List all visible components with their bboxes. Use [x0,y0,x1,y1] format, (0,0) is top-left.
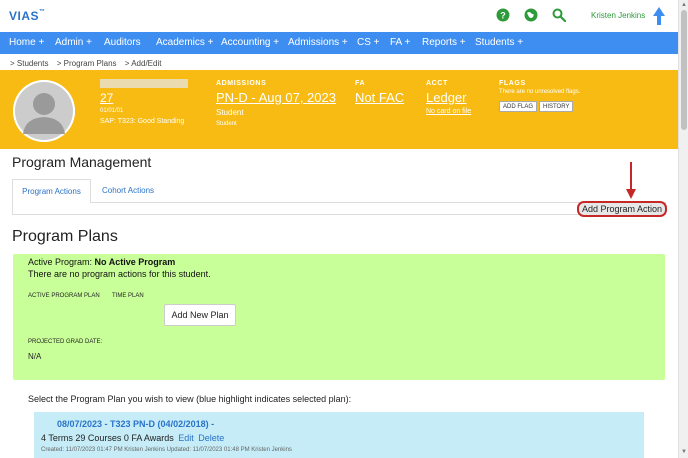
active-program: Active Program: No Active Program [28,257,175,267]
student-dob: 01/01/01 [100,108,124,114]
plan-card-meta: Created: 11/07/2023 01:47 PM Kristen Jen… [41,447,292,453]
scroll-thumb[interactable] [681,10,687,130]
app-logo[interactable]: VIAS™ [9,9,46,23]
nav-reports[interactable]: Reports + [422,37,466,48]
plan-card-title[interactable]: 08/07/2023 - T323 PN-D (04/02/2018) - [57,419,214,429]
add-new-plan-button[interactable]: Add New Plan [164,304,236,326]
scroll-up-icon[interactable]: ▲ [681,2,687,8]
globe-icon[interactable] [524,8,538,22]
page-title: Program Management [12,154,152,170]
nav-admin[interactable]: Admin + [55,37,92,48]
logo-text: VIAS [9,9,40,23]
fa-label: FA [355,80,366,87]
active-program-plan-label: ACTIVE PROGRAM PLAN [28,293,100,299]
nav-academics[interactable]: Academics + [156,37,214,48]
breadcrumb-program-plans[interactable]: > Program Plans [57,59,117,68]
username[interactable]: Kristen Jenkins [591,11,645,20]
annotation-arrow-icon [626,162,636,199]
flags-label: FLAGS [499,80,526,87]
ledger-link[interactable]: Ledger [426,90,466,105]
main-nav: Home + Admin + Auditors Academics + Acco… [0,32,678,54]
tab-panel [12,202,666,215]
tab-cohort-actions[interactable]: Cohort Actions [102,179,154,203]
card-on-file-link[interactable]: No card on file [426,108,471,115]
active-program-label: Active Program: [28,257,95,267]
help-icon[interactable]: ? [496,8,510,22]
nav-admissions[interactable]: Admissions + [288,37,348,48]
time-plan-label: TIME PLAN [112,293,144,299]
admissions-status-small: Student [216,121,237,127]
acct-label: ACCT [426,80,448,87]
student-id-link[interactable]: 27 [100,91,113,105]
student-banner: 27 01/01/01 SAP: T323: Good Standing ADM… [0,70,678,149]
search-icon[interactable] [552,8,566,22]
plan-card-summary: 4 Terms 29 Courses 0 FA Awards [41,433,174,443]
admissions-label: ADMISSIONS [216,80,267,87]
program-plans-title: Program Plans [12,228,118,245]
tab-program-actions[interactable]: Program Actions [12,179,91,203]
projected-grad-label: PROJECTED GRAD DATE: [28,339,103,345]
add-program-action-button[interactable]: Add Program Action [577,201,667,217]
add-flag-button[interactable]: ADD FLAG [499,101,538,112]
top-bar: VIAS™ ? Kristen Jenkins [0,0,678,32]
student-sap-status: SAP: T323: Good Standing [100,118,185,125]
page-scrollbar[interactable]: ▲ ▼ [678,0,688,458]
select-plan-prompt: Select the Program Plan you wish to view… [28,394,352,404]
avatar-placeholder-icon [13,80,75,142]
scroll-down-icon[interactable]: ▼ [681,449,687,455]
nav-cs[interactable]: CS + [357,37,380,48]
avatar [13,80,75,142]
student-name-redacted [100,79,188,88]
svg-text:?: ? [500,11,506,21]
active-program-value: No Active Program [94,257,176,267]
nav-auditors[interactable]: Auditors [104,37,141,48]
program-tabs: Program Actions Cohort Actions [12,179,666,215]
flag-history-button[interactable]: HISTORY [539,101,574,112]
plan-delete-link[interactable]: Delete [198,433,224,443]
nav-students[interactable]: Students + [475,37,523,48]
projected-grad-value: N/A [28,352,42,361]
plan-edit-link[interactable]: Edit [178,433,194,443]
no-actions-message: There are no program actions for this st… [28,269,211,279]
admissions-link[interactable]: PN-D - Aug 07, 2023 [216,90,336,105]
breadcrumb-students[interactable]: > Students [10,59,48,68]
fa-link[interactable]: Not FAC [355,90,404,105]
user-arrow-icon[interactable] [653,7,665,25]
nav-accounting[interactable]: Accounting + [221,37,279,48]
logo-tm: ™ [39,9,46,15]
nav-fa[interactable]: FA + [390,37,410,48]
plan-card-info: 4 Terms 29 Courses 0 FA Awards Edit Dele… [41,433,224,443]
nav-home[interactable]: Home + [9,37,44,48]
flags-note: There are no unresolved flags. [499,89,581,95]
breadcrumb-add-edit: > Add/Edit [124,59,162,68]
admissions-status: Student [216,108,244,117]
breadcrumb: > Students > Program Plans > Add/Edit [10,59,167,68]
